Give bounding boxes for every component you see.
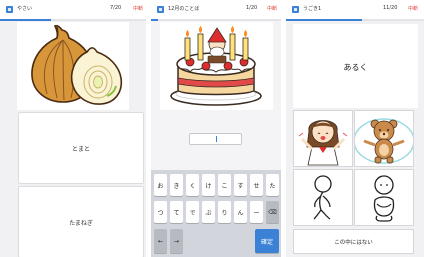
key-de[interactable]: で bbox=[186, 201, 199, 223]
left-arrow-key[interactable]: ← bbox=[154, 229, 167, 253]
walking-figure-picture bbox=[313, 175, 332, 220]
right-arrow-key[interactable]: → bbox=[170, 229, 183, 253]
birthday-cake-picture bbox=[160, 22, 273, 110]
key-te[interactable]: て bbox=[170, 201, 183, 223]
bear-jump-rope-picture bbox=[353, 118, 415, 164]
option-card-tomato[interactable]: とまと bbox=[18, 112, 144, 184]
enter-key[interactable]: 確定 bbox=[255, 229, 279, 253]
key-n[interactable]: ん bbox=[234, 201, 247, 223]
progress-text: 11/20 bbox=[383, 5, 398, 11]
key-ri[interactable]: り bbox=[218, 201, 231, 223]
key-tsu[interactable]: つ bbox=[154, 201, 167, 223]
quit-button[interactable]: 中断 bbox=[267, 5, 277, 12]
question-word: あるく bbox=[343, 63, 368, 72]
key-ke[interactable]: け bbox=[202, 174, 215, 196]
text-caret bbox=[216, 136, 217, 142]
choice-card-walking[interactable] bbox=[293, 169, 353, 226]
header: 12月のことば 1/20 中断 bbox=[151, 0, 281, 21]
key-bu[interactable]: ぶ bbox=[202, 201, 215, 223]
quiz-screen-vegetables: やさい 7/20 中断 とまと たまねぎ bbox=[0, 0, 146, 257]
app-icon bbox=[6, 6, 13, 13]
onion-picture bbox=[17, 22, 129, 110]
key-se[interactable]: せ bbox=[250, 174, 263, 196]
kana-keyboard: お き く け こ す せ た つ て で ぶ り ん ー ⌫ ← → 確定 bbox=[151, 170, 281, 257]
key-ki[interactable]: き bbox=[170, 174, 183, 196]
key-ta[interactable]: た bbox=[266, 174, 279, 196]
key-ko[interactable]: こ bbox=[218, 174, 231, 196]
category-title: うごき1 bbox=[303, 6, 322, 12]
key-ku[interactable]: く bbox=[186, 174, 199, 196]
header: うごき1 11/20 中断 bbox=[286, 0, 424, 21]
none-of-these-button[interactable]: この中にはない bbox=[293, 229, 414, 254]
progress-fill bbox=[0, 19, 52, 21]
progress-text: 7/20 bbox=[110, 5, 122, 11]
progress-text: 1/20 bbox=[246, 5, 258, 11]
header: やさい 7/20 中断 bbox=[0, 0, 146, 21]
app-icon bbox=[292, 6, 299, 13]
girl-picture bbox=[298, 120, 348, 166]
answer-input[interactable] bbox=[189, 133, 242, 145]
progress-fill bbox=[151, 19, 158, 21]
app-icon bbox=[157, 6, 164, 13]
choice-card-bear[interactable] bbox=[353, 110, 415, 167]
key-su[interactable]: す bbox=[234, 174, 247, 196]
choice-card-girl[interactable] bbox=[293, 110, 353, 167]
choice-card-sitting[interactable] bbox=[354, 169, 414, 226]
category-title: やさい bbox=[17, 6, 33, 12]
quit-button[interactable]: 中断 bbox=[408, 5, 418, 12]
category-title: 12月のことば bbox=[168, 6, 200, 12]
option-card-onion[interactable]: たまねぎ bbox=[18, 186, 144, 257]
quit-button[interactable]: 中断 bbox=[133, 5, 143, 12]
question-panel: あるく bbox=[293, 24, 418, 108]
key-o[interactable]: お bbox=[154, 174, 167, 196]
backspace-key[interactable]: ⌫ bbox=[266, 201, 279, 223]
quiz-screen-december-words: 12月のことば 1/20 中断 お き く け こ す せ た つ て で ぶ … bbox=[151, 0, 281, 257]
sitting-figure-picture bbox=[373, 175, 395, 222]
progress-bar bbox=[151, 19, 281, 21]
progress-bar bbox=[0, 19, 146, 21]
key-long-vowel[interactable]: ー bbox=[250, 201, 263, 223]
progress-fill bbox=[286, 19, 362, 21]
quiz-screen-motion: うごき1 11/20 中断 あるく この中にはない bbox=[286, 0, 424, 257]
progress-bar bbox=[286, 19, 424, 21]
